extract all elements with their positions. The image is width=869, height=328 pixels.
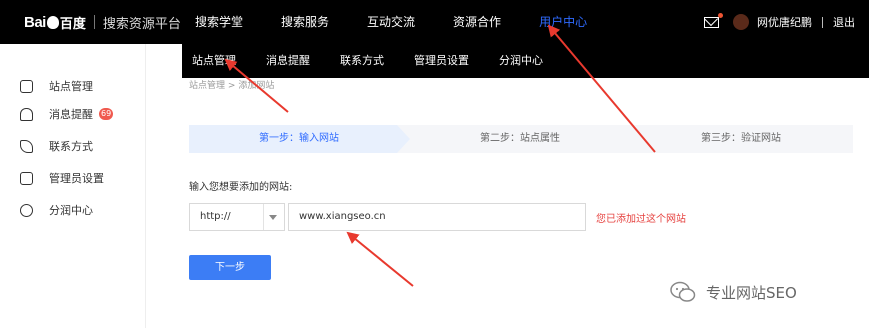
sidebar-item-label: 站点管理	[49, 80, 93, 93]
logo-divider	[93, 15, 95, 29]
error-message: 您已添加过这个网站	[596, 214, 686, 225]
annotation-arrow-url-input	[346, 231, 414, 287]
subnav-item-admin[interactable]: 管理员设置	[404, 44, 479, 78]
top-right-area: 网优唐纪鹏 退出	[704, 0, 855, 44]
breadcrumb-current: 添加网站	[238, 81, 275, 91]
admin-icon	[20, 171, 33, 185]
mail-icon[interactable]	[704, 12, 723, 28]
step-1-label: 第一步：输入网站	[259, 133, 339, 144]
protocol-select[interactable]: http://	[189, 203, 285, 231]
subnav-item-messages[interactable]: 消息提醒	[256, 44, 320, 78]
sidebar-item-label: 管理员设置	[49, 172, 104, 185]
logo-text: Bai	[24, 13, 46, 31]
breadcrumb-separator: >	[227, 81, 236, 91]
unread-badge: 69	[99, 108, 114, 120]
sidebar: 站点管理 消息提醒 69 联系方式 管理员设置 分润中心	[0, 44, 146, 328]
step-3-label: 第三步：验证网站	[701, 133, 781, 144]
logo-text-du: 百度	[59, 16, 86, 32]
topnav-item-user-center[interactable]: 用户中心	[539, 0, 587, 44]
sidebar-item-share[interactable]: 分润中心	[20, 200, 93, 220]
topnav-item-school[interactable]: 搜索学堂	[195, 0, 243, 44]
top-navbar: Bai 百度 搜索资源平台 搜索学堂 搜索服务 互动交流 资源合作 用户中心 网…	[0, 0, 869, 44]
divider	[822, 16, 823, 28]
website-url-input[interactable]: www.xiangseo.cn	[288, 203, 586, 231]
breadcrumb-root[interactable]: 站点管理	[189, 81, 225, 91]
website-input-label: 输入您想要添加的网站:	[189, 182, 293, 193]
sidebar-item-site-management[interactable]: 站点管理	[20, 76, 93, 96]
share-icon	[20, 203, 33, 217]
topnav-item-cooperation[interactable]: 资源合作	[453, 0, 501, 44]
select-divider	[263, 204, 264, 230]
user-center-submenu: 站点管理 消息提醒 联系方式 管理员设置 分润中心	[182, 44, 869, 78]
username[interactable]: 网优唐纪鹏	[757, 14, 812, 30]
baidu-logo[interactable]: Bai 百度 搜索资源平台	[24, 11, 181, 33]
next-step-button[interactable]: 下一步	[189, 255, 271, 280]
protocol-value: http://	[200, 211, 231, 222]
logout-link[interactable]: 退出	[833, 14, 855, 30]
platform-name: 搜索资源平台	[102, 16, 181, 32]
sidebar-item-label: 消息提醒	[49, 108, 93, 121]
bell-icon	[20, 107, 33, 121]
sidebar-item-label: 联系方式	[49, 140, 93, 153]
step-indicator: 第一步：输入网站 第二步：站点属性 第三步：验证网站	[189, 125, 853, 153]
phone-icon	[20, 139, 33, 153]
subnav-item-site-management[interactable]: 站点管理	[182, 44, 246, 78]
wechat-icon	[670, 281, 696, 302]
sidebar-item-contact[interactable]: 联系方式	[20, 136, 93, 156]
sidebar-item-messages[interactable]: 消息提醒 69	[20, 104, 114, 124]
breadcrumb: 站点管理 > 添加网站	[189, 78, 274, 91]
watermark-text: 专业网站SEO	[706, 283, 797, 302]
avatar[interactable]	[733, 14, 749, 30]
chevron-down-icon	[269, 215, 277, 220]
topnav-item-service[interactable]: 搜索服务	[281, 0, 329, 44]
subnav-item-contact[interactable]: 联系方式	[330, 44, 394, 78]
sidebar-item-label: 分润中心	[49, 204, 93, 217]
site-icon	[20, 79, 33, 93]
topnav-item-interaction[interactable]: 互动交流	[367, 0, 415, 44]
top-nav-menu: 搜索学堂 搜索服务 互动交流 资源合作 用户中心	[195, 0, 625, 44]
step-2-label: 第二步：站点属性	[480, 133, 560, 144]
paw-icon	[46, 15, 59, 29]
subnav-item-share[interactable]: 分润中心	[489, 44, 553, 78]
sidebar-item-admin[interactable]: 管理员设置	[20, 168, 104, 188]
notification-dot	[718, 12, 723, 18]
watermark: 专业网站SEO	[670, 278, 797, 306]
